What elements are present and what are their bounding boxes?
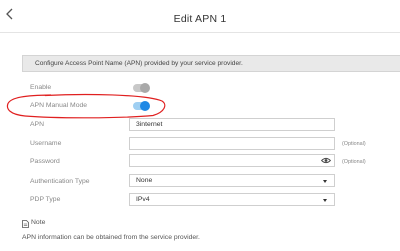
- chevron-down-icon: [323, 180, 327, 183]
- eye-icon[interactable]: [321, 157, 331, 164]
- enable-toggle[interactable]: [133, 83, 150, 93]
- authentication-type-label: Authentication Type: [30, 178, 90, 185]
- apn-manual-mode-label: APN Manual Mode: [30, 102, 88, 109]
- apn-manual-mode-toggle[interactable]: [133, 101, 150, 111]
- pdp-type-label: PDP Type: [30, 196, 61, 203]
- description-banner: Configure Access Point Name (APN) provid…: [22, 55, 400, 72]
- authentication-type-value: None: [136, 177, 153, 184]
- password-input[interactable]: [129, 154, 335, 167]
- note-icon: [22, 220, 29, 228]
- pdp-type-select[interactable]: IPv4: [129, 193, 335, 206]
- apn-input[interactable]: [129, 118, 335, 131]
- description-text: Configure Access Point Name (APN) provid…: [35, 60, 243, 67]
- note-text: APN information can be obtained from the…: [22, 234, 200, 241]
- note-title: Note: [31, 219, 46, 226]
- authentication-type-select[interactable]: None: [129, 174, 335, 187]
- username-optional-hint: (Optional): [342, 141, 366, 147]
- page-title: Edit APN 1: [173, 13, 227, 25]
- enable-label: Enable: [30, 84, 52, 91]
- pdp-type-value: IPv4: [136, 196, 150, 203]
- password-optional-hint: (Optional): [342, 159, 366, 165]
- username-label: Username: [30, 140, 62, 147]
- apn-manual-mode-toggle-knob: [140, 101, 150, 111]
- header-divider: [0, 32, 400, 33]
- username-input[interactable]: [129, 137, 335, 150]
- apn-label: APN: [30, 121, 44, 128]
- password-label: Password: [30, 158, 60, 165]
- chevron-down-icon: [323, 199, 327, 202]
- enable-toggle-knob: [140, 83, 150, 93]
